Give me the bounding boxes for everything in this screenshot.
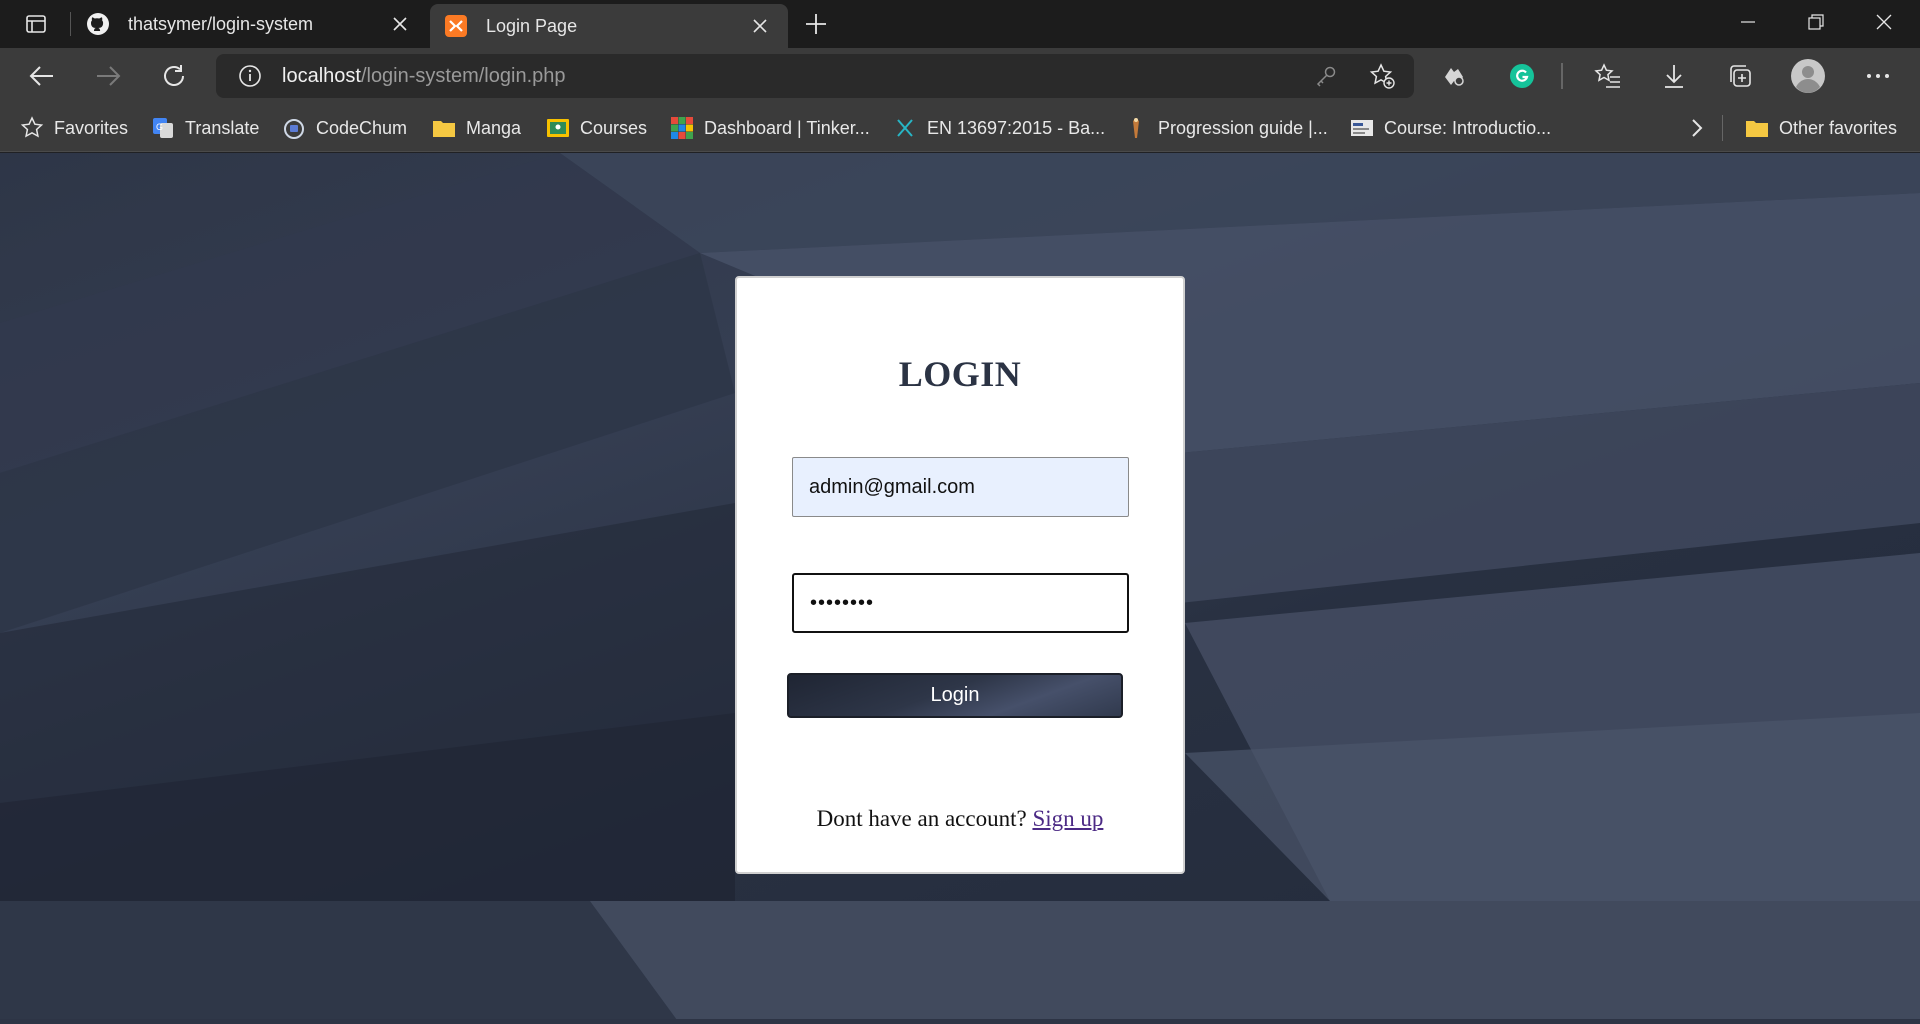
star-outline-icon <box>20 116 44 140</box>
link-icon <box>893 116 917 140</box>
tinkercad-icon <box>670 116 694 140</box>
new-tab-button[interactable] <box>800 8 832 40</box>
password-field[interactable] <box>792 573 1129 633</box>
classroom-icon <box>546 116 570 140</box>
bookmark-courses[interactable]: Courses <box>546 112 647 144</box>
collections-icon[interactable] <box>1720 58 1760 94</box>
close-icon[interactable] <box>744 10 776 42</box>
xampp-icon <box>444 14 468 38</box>
bookmark-tinkercad[interactable]: Dashboard | Tinker... <box>670 112 870 144</box>
add-favorite-icon[interactable] <box>1364 58 1400 94</box>
tab-title: Login Page <box>486 15 578 36</box>
more-menu-icon[interactable] <box>1858 58 1898 94</box>
bookmark-translate[interactable]: G Translate <box>151 112 259 144</box>
url-host: localhost <box>282 64 361 87</box>
profile-avatar-icon[interactable] <box>1788 58 1828 94</box>
url-path: /login-system/login.php <box>360 64 566 87</box>
login-button[interactable]: Login <box>787 673 1123 718</box>
bookmark-label: Other favorites <box>1779 117 1898 138</box>
bookmark-manga[interactable]: Manga <box>432 112 521 144</box>
close-icon[interactable] <box>384 8 416 40</box>
site-info-icon[interactable] <box>230 56 270 96</box>
bookmark-label: CodeChum <box>316 117 408 138</box>
bookmark-label: Course: Introductio... <box>1384 117 1552 138</box>
bookmark-favorites[interactable]: Favorites <box>20 112 128 144</box>
restore-button[interactable] <box>1784 0 1848 44</box>
favorites-bar: Favorites G Translate CodeChum Manga Cou… <box>0 104 1920 152</box>
bookmark-course-intro[interactable]: Course: Introductio... <box>1350 112 1551 144</box>
signup-link[interactable]: Sign up <box>1032 806 1103 831</box>
bookmark-label: Favorites <box>54 117 129 138</box>
guide-icon <box>1124 116 1148 140</box>
tab-strip: thatsymer/login-system Login Page <box>0 0 1920 48</box>
key-icon[interactable] <box>1308 58 1344 94</box>
bookmark-label: Translate <box>185 117 260 138</box>
codechum-icon <box>282 116 306 140</box>
favorites-icon[interactable] <box>1588 58 1628 94</box>
back-button[interactable] <box>22 58 62 94</box>
tab-title: thatsymer/login-system <box>128 13 314 34</box>
bookmark-label: Progression guide |... <box>1158 117 1328 138</box>
browser-toolbar: localhost/login-system/login.php <box>0 48 1920 104</box>
folder-icon <box>432 116 456 140</box>
signup-prompt-line: Dont have an account? Sign up <box>737 806 1183 832</box>
toolbar-divider <box>1552 58 1572 94</box>
bookmark-codechum[interactable]: CodeChum <box>282 112 407 144</box>
bookmark-label: Courses <box>580 117 648 138</box>
url-text[interactable]: localhost/login-system/login.php <box>282 65 566 88</box>
github-icon <box>86 12 110 36</box>
tab-login-page[interactable]: Login Page <box>430 4 788 48</box>
minimize-button[interactable] <box>1716 0 1780 44</box>
bottom-edge <box>0 1019 1920 1024</box>
bookmarks-divider <box>1722 115 1723 141</box>
svg-text:G: G <box>156 122 163 132</box>
more-bookmarks-chevron-icon[interactable] <box>1690 112 1704 144</box>
download-icon[interactable] <box>1654 58 1694 94</box>
extension-icon[interactable] <box>1434 58 1474 94</box>
address-bar[interactable]: localhost/login-system/login.php <box>216 54 1414 98</box>
footer-band <box>0 901 1920 1024</box>
bookmark-label: Dashboard | Tinker... <box>704 117 870 138</box>
login-card: LOGIN Login Dont have an account? Sign u… <box>735 276 1185 874</box>
bookmark-en-13697[interactable]: EN 13697:2015 - Ba... <box>893 112 1105 144</box>
forward-button[interactable] <box>88 58 128 94</box>
email-field[interactable] <box>792 457 1129 517</box>
page-viewport: LOGIN Login Dont have an account? Sign u… <box>0 153 1920 1024</box>
grammarly-icon[interactable] <box>1502 58 1542 94</box>
bookmark-other-favorites[interactable]: Other favorites <box>1745 112 1897 144</box>
login-title: LOGIN <box>898 354 1022 394</box>
refresh-button[interactable] <box>154 58 194 94</box>
close-window-button[interactable] <box>1852 0 1916 44</box>
bookmark-label: Manga <box>466 117 522 138</box>
bookmark-label: EN 13697:2015 - Ba... <box>927 117 1106 138</box>
folder-icon <box>1745 116 1769 140</box>
tab-actions-icon[interactable] <box>14 8 58 40</box>
bookmark-progression-guide[interactable]: Progression guide |... <box>1124 112 1328 144</box>
tab-separator <box>70 12 71 36</box>
tab-github[interactable]: thatsymer/login-system <box>72 0 428 48</box>
translate-icon: G <box>151 116 175 140</box>
signup-prompt: Dont have an account? <box>816 806 1027 831</box>
course-icon <box>1350 116 1374 140</box>
